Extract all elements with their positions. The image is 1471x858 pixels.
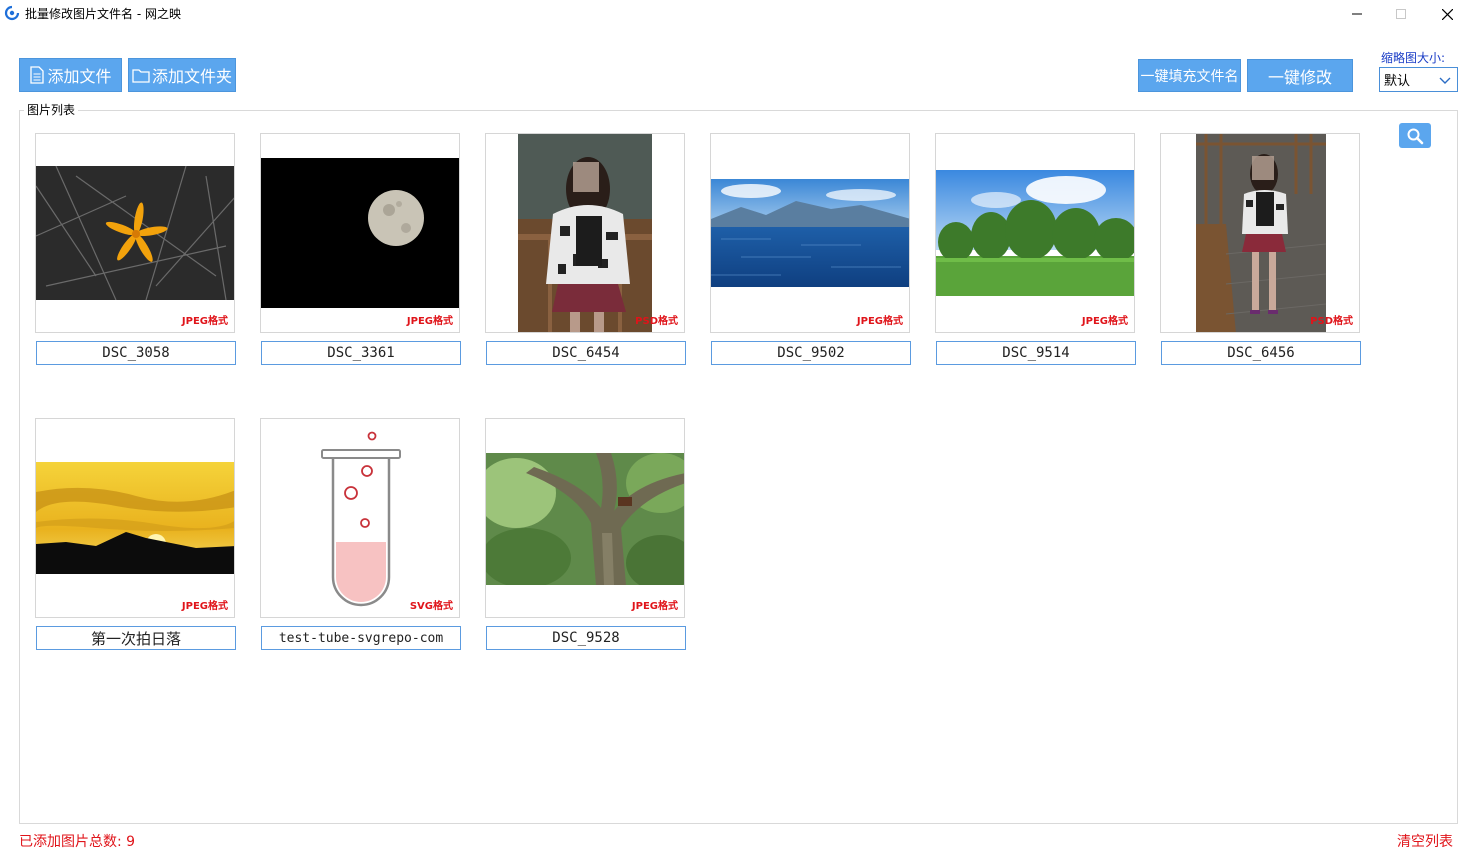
- filename-input[interactable]: [36, 341, 236, 365]
- fill-names-button[interactable]: 一键填充文件名: [1138, 59, 1241, 92]
- park-photo: [936, 170, 1134, 296]
- fill-names-label: 一键填充文件名: [1140, 68, 1239, 85]
- close-icon: [1441, 8, 1453, 20]
- sunset-photo: [36, 462, 234, 574]
- image-thumbnail[interactable]: PSD格式: [1160, 133, 1360, 333]
- minimize-icon: [1352, 13, 1362, 15]
- format-badge: JPEG格式: [181, 316, 228, 327]
- image-thumbnail[interactable]: JPEG格式: [260, 133, 460, 333]
- image-list-label: 图片列表: [24, 101, 79, 118]
- thumb-size-label: 缩略图大小:: [1381, 51, 1446, 65]
- test-tube-illustration: [321, 431, 401, 607]
- modify-button[interactable]: 一键修改: [1247, 59, 1353, 92]
- format-badge: PSD格式: [1310, 316, 1353, 327]
- add-file-button[interactable]: 添加文件: [19, 58, 122, 92]
- image-thumbnail[interactable]: JPEG格式: [935, 133, 1135, 333]
- maximize-button[interactable]: [1378, 0, 1424, 28]
- modify-label: 一键修改: [1267, 67, 1332, 87]
- thumb-size-select[interactable]: 默认: [1379, 67, 1458, 92]
- chevron-down-icon: [1439, 77, 1451, 84]
- format-badge: PSD格式: [635, 316, 678, 327]
- format-badge: SVG格式: [409, 601, 453, 612]
- filename-input[interactable]: [711, 341, 911, 365]
- search-icon: [1407, 128, 1424, 144]
- format-badge: JPEG格式: [181, 601, 228, 612]
- window-title: 批量修改图片文件名 - 网之映: [25, 7, 181, 21]
- filename-input[interactable]: [36, 626, 236, 650]
- image-thumbnail[interactable]: JPEG格式: [35, 133, 235, 333]
- tree-photo: [486, 453, 684, 585]
- folder-icon: [132, 68, 150, 83]
- filename-input[interactable]: [486, 626, 686, 650]
- image-thumbnail[interactable]: JPEG格式: [35, 418, 235, 618]
- add-file-label: 添加文件: [47, 67, 112, 86]
- filename-input[interactable]: [936, 341, 1136, 365]
- add-folder-label: 添加文件夹: [151, 67, 232, 86]
- image-thumbnail[interactable]: PSD格式: [485, 133, 685, 333]
- boardwalk-photo: [1196, 134, 1326, 332]
- minimize-button[interactable]: [1334, 0, 1380, 28]
- search-button[interactable]: [1399, 123, 1431, 148]
- filename-input[interactable]: [1161, 341, 1361, 365]
- file-icon: [30, 66, 45, 84]
- portrait-photo: [518, 134, 652, 332]
- filename-input[interactable]: [486, 341, 686, 365]
- add-folder-button[interactable]: 添加文件夹: [128, 58, 236, 92]
- moon-photo: [261, 158, 459, 308]
- app-logo-icon: [4, 5, 20, 21]
- lake-photo: [711, 179, 909, 287]
- maximize-icon: [1396, 9, 1406, 19]
- close-button[interactable]: [1424, 0, 1470, 28]
- clear-list-link[interactable]: 清空列表: [1397, 831, 1453, 851]
- image-thumbnail[interactable]: JPEG格式: [485, 418, 685, 618]
- image-count-status: 已添加图片总数: 9: [19, 834, 136, 850]
- image-thumbnail[interactable]: SVG格式: [260, 418, 460, 618]
- title-bar: 批量修改图片文件名 - 网之映: [0, 0, 1471, 28]
- filename-input[interactable]: [261, 341, 461, 365]
- filename-input[interactable]: [261, 626, 461, 650]
- flower-photo: [36, 166, 234, 300]
- thumb-size-value: 默认: [1384, 74, 1411, 89]
- format-badge: JPEG格式: [856, 316, 903, 327]
- format-badge: JPEG格式: [631, 601, 678, 612]
- image-thumbnail[interactable]: JPEG格式: [710, 133, 910, 333]
- format-badge: JPEG格式: [1081, 316, 1128, 327]
- format-badge: JPEG格式: [406, 316, 453, 327]
